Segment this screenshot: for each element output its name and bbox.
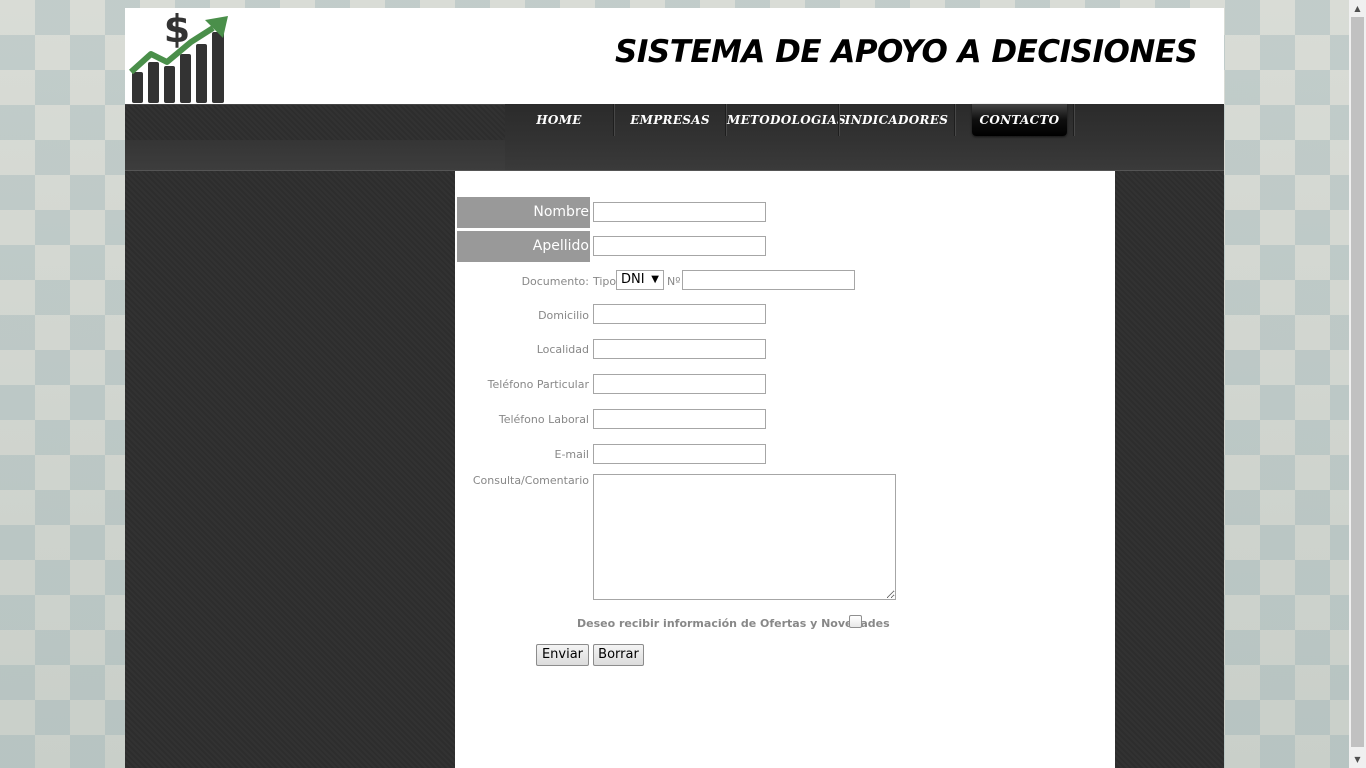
tipo-documento-value: DNI xyxy=(621,272,645,287)
email-label: E-mail xyxy=(554,448,590,461)
scroll-down-arrow-icon[interactable]: ▼ xyxy=(1349,751,1366,768)
nav-separator xyxy=(1073,104,1075,136)
numero-documento-input[interactable] xyxy=(682,270,855,290)
scroll-up-arrow-icon[interactable]: ▲ xyxy=(1349,0,1366,17)
nav-home[interactable]: HOME xyxy=(505,104,613,136)
apellido-label: Apellido xyxy=(457,231,590,262)
nav-empresas[interactable]: EMPRESAS xyxy=(615,104,725,136)
newsletter-checkbox[interactable] xyxy=(849,615,862,628)
site-title: SISTEMA DE APOYO A DECISIONES xyxy=(615,34,1198,70)
header: $ SISTEMA DE APOYO A DECISIONES xyxy=(125,8,1224,104)
telefono-laboral-label: Teléfono Laboral xyxy=(498,413,589,426)
nombre-label: Nombre xyxy=(457,197,590,228)
domicilio-input[interactable] xyxy=(593,304,766,324)
localidad-label: Localidad xyxy=(536,343,589,356)
nombre-input[interactable] xyxy=(593,202,766,222)
nav-indicadores[interactable]: INDICADORES xyxy=(840,104,953,136)
vertical-scrollbar[interactable]: ▲ ▼ xyxy=(1349,0,1366,768)
domicilio-label: Domicilio xyxy=(538,309,589,322)
dollar-growth-chart-icon: $ xyxy=(129,10,228,103)
scrollbar-thumb[interactable] xyxy=(1351,17,1364,747)
nav-separator xyxy=(954,104,956,136)
chevron-down-icon: ▼ xyxy=(651,274,659,285)
contact-form-panel: Nombre Apellido Documento: Tipo DNI ▼ Nº… xyxy=(455,171,1115,768)
numero-label: Nº xyxy=(667,275,681,288)
apellido-input[interactable] xyxy=(593,236,766,256)
nav-metodologias[interactable]: METODOLOGIAS xyxy=(727,104,846,136)
telefono-particular-label: Teléfono Particular xyxy=(487,378,589,391)
email-input[interactable] xyxy=(593,444,766,464)
tipo-documento-select[interactable]: DNI ▼ xyxy=(616,270,664,290)
telefono-particular-input[interactable] xyxy=(593,374,766,394)
enviar-button[interactable]: Enviar xyxy=(536,644,589,666)
tipo-label: Tipo xyxy=(593,275,617,288)
localidad-input[interactable] xyxy=(593,339,766,359)
newsletter-label: Deseo recibir información de Ofertas y N… xyxy=(577,617,890,630)
consulta-textarea[interactable] xyxy=(593,474,896,600)
telefono-laboral-input[interactable] xyxy=(593,409,766,429)
consulta-label: Consulta/Comentario xyxy=(472,474,589,487)
svg-text:$: $ xyxy=(164,10,190,51)
documento-label: Documento: xyxy=(521,275,589,288)
nav-contacto[interactable]: CONTACTO xyxy=(972,104,1067,136)
divider xyxy=(125,104,505,105)
main-nav: HOME EMPRESAS METODOLOGIAS INDICADORES C… xyxy=(505,104,1224,170)
page-container: $ SISTEMA DE APOYO A DECISIONES HOME EMP… xyxy=(125,8,1224,768)
borrar-button[interactable]: Borrar xyxy=(593,644,644,666)
